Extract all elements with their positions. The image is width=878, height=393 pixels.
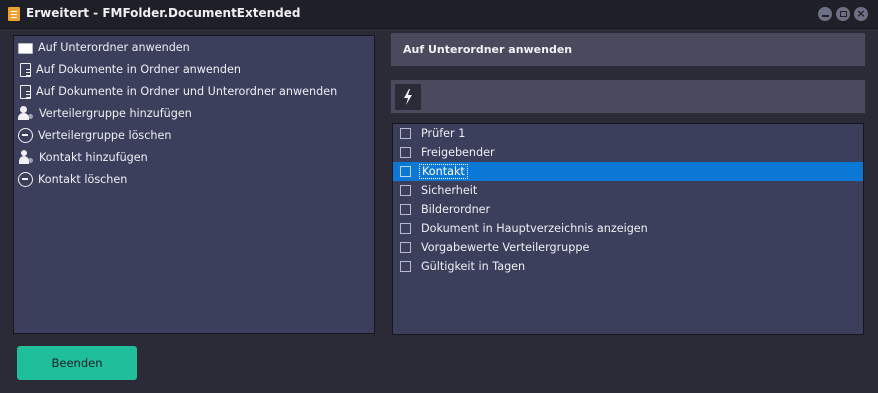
scope-item-label: Verteilergruppe löschen xyxy=(38,128,172,142)
scope-item-label: Auf Dokumente in Ordner anwenden xyxy=(36,62,241,76)
app-document-icon xyxy=(8,7,20,21)
finish-button[interactable]: Beenden xyxy=(17,346,137,380)
field-checkbox[interactable] xyxy=(400,223,411,234)
document-icon xyxy=(20,84,31,99)
field-item[interactable]: Bilderordner xyxy=(393,200,863,219)
field-label: Prüfer 1 xyxy=(421,127,466,140)
scope-list[interactable]: Auf Unterordner anwenden Auf Dokumente i… xyxy=(13,35,375,334)
scope-item-delete-distribution-group[interactable]: Verteilergruppe löschen xyxy=(14,124,374,146)
maximize-button[interactable] xyxy=(836,7,850,21)
field-item[interactable]: Dokument in Hauptverzeichnis anzeigen xyxy=(393,219,863,238)
scope-item-label: Auf Dokumente in Ordner und Unterordner … xyxy=(36,84,338,98)
scope-item-apply-documents[interactable]: Auf Dokumente in Ordner anwenden xyxy=(14,58,374,80)
field-label: Freigebender xyxy=(421,146,495,159)
field-label: Dokument in Hauptverzeichnis anzeigen xyxy=(421,222,648,235)
remove-icon xyxy=(18,171,33,187)
add-contact-icon xyxy=(18,149,34,165)
field-label: Kontakt xyxy=(419,164,468,179)
field-label: Sicherheit xyxy=(421,184,478,197)
field-checkbox[interactable] xyxy=(400,185,411,196)
field-checkbox[interactable] xyxy=(400,166,411,177)
action-toolbar xyxy=(391,80,865,113)
field-item-selected[interactable]: Kontakt xyxy=(393,162,863,181)
scope-item-add-contact[interactable]: Kontakt hinzufügen xyxy=(14,146,374,168)
field-label: Bilderordner xyxy=(421,203,491,216)
field-item[interactable]: Gültigkeit in Tagen xyxy=(393,257,863,276)
minimize-button[interactable] xyxy=(818,7,832,21)
field-checkbox[interactable] xyxy=(400,147,411,158)
scope-item-label: Verteilergruppe hinzufügen xyxy=(39,106,192,120)
field-checkbox[interactable] xyxy=(400,242,411,253)
field-checkbox[interactable] xyxy=(400,204,411,215)
folder-icon xyxy=(18,43,33,54)
scope-item-label: Kontakt hinzufügen xyxy=(39,150,148,164)
scope-item-label: Kontakt löschen xyxy=(38,172,128,186)
lightning-icon xyxy=(404,89,412,105)
document-icon xyxy=(20,62,31,77)
maximize-icon xyxy=(839,11,847,17)
field-checkbox[interactable] xyxy=(400,261,411,272)
close-button[interactable]: × xyxy=(854,7,868,21)
scope-item-apply-documents-subfolders[interactable]: Auf Dokumente in Ordner und Unterordner … xyxy=(14,80,374,102)
remove-icon xyxy=(18,127,33,143)
detail-title: Auf Unterordner anwenden xyxy=(403,43,573,56)
close-icon: × xyxy=(856,7,866,20)
scope-item-label: Auf Unterordner anwenden xyxy=(38,40,190,54)
scope-item-add-distribution-group[interactable]: Verteilergruppe hinzufügen xyxy=(14,102,374,124)
detail-header: Auf Unterordner anwenden xyxy=(391,33,865,66)
window-title: Erweitert - FMFolder.DocumentExtended xyxy=(26,6,301,20)
field-item[interactable]: Freigebender xyxy=(393,143,863,162)
minimize-icon xyxy=(821,15,829,17)
field-item[interactable]: Prüfer 1 xyxy=(393,124,863,143)
scope-item-delete-contact[interactable]: Kontakt löschen xyxy=(14,168,374,190)
field-item[interactable]: Sicherheit xyxy=(393,181,863,200)
title-bar[interactable]: Erweitert - FMFolder.DocumentExtended × xyxy=(0,0,878,29)
add-group-icon xyxy=(18,105,34,121)
field-label: Gültigkeit in Tagen xyxy=(421,260,526,273)
field-list[interactable]: Prüfer 1 Freigebender Kontakt Sicherheit… xyxy=(392,123,864,335)
field-item[interactable]: Vorgabewerte Verteilergruppe xyxy=(393,238,863,257)
field-label: Vorgabewerte Verteilergruppe xyxy=(421,241,590,254)
execute-button[interactable] xyxy=(395,84,421,110)
scope-item-apply-subfolders[interactable]: Auf Unterordner anwenden xyxy=(14,36,374,58)
field-checkbox[interactable] xyxy=(400,128,411,139)
